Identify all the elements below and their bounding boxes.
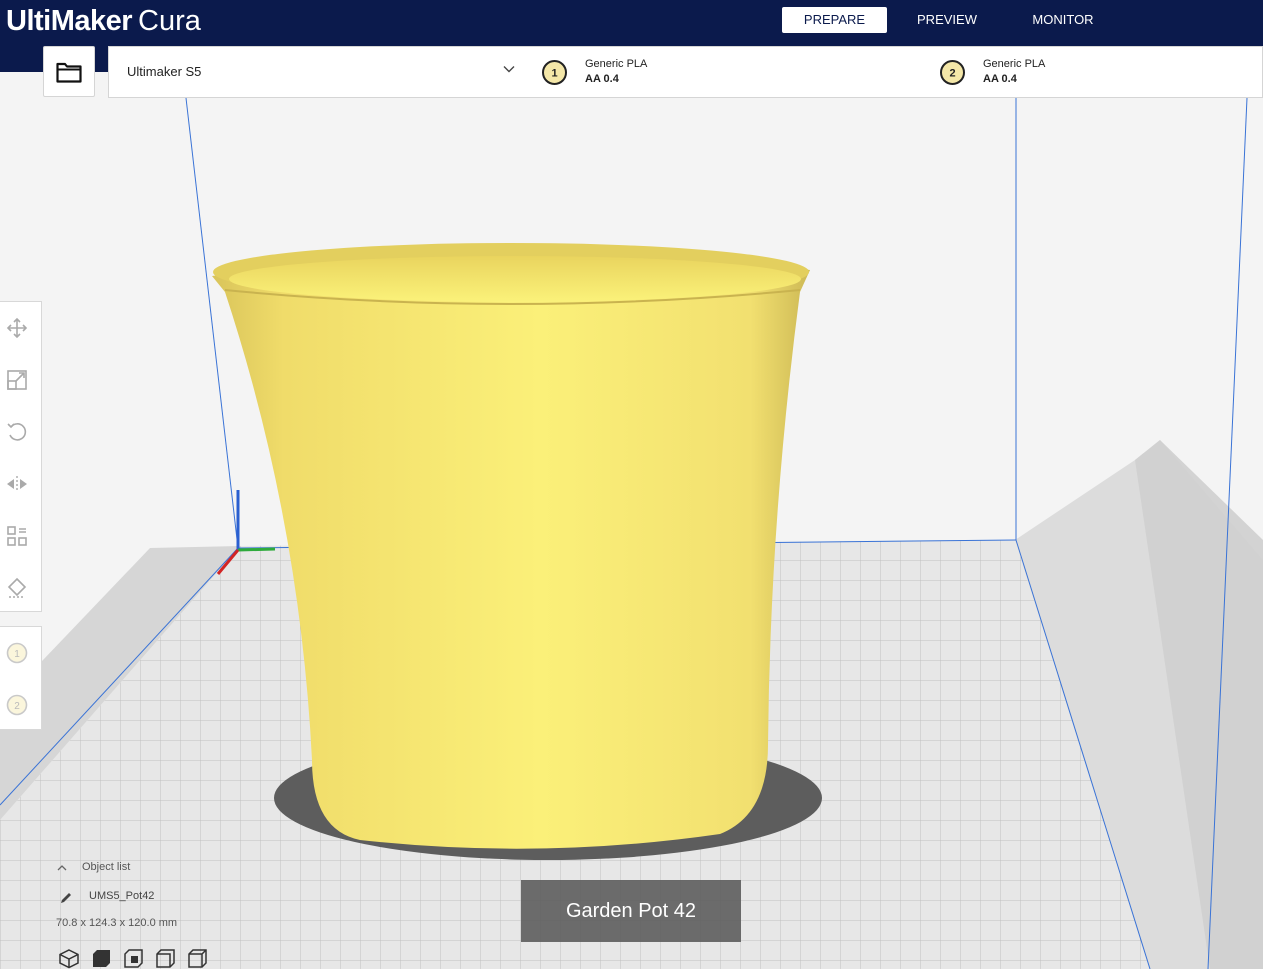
tab-preview[interactable]: PREVIEW [897,7,997,33]
extruder-2-number: 2 [949,68,955,80]
view-top-icon[interactable] [122,948,144,969]
extruder-1-nozzle: AA 0.4 [585,73,619,85]
printer-selector[interactable]: Ultimaker S5 [108,46,528,98]
view-front-icon[interactable] [90,948,112,969]
support-blocker-icon[interactable] [5,576,29,600]
tab-monitor[interactable]: MONITOR [1013,7,1113,33]
chevron-up-icon[interactable] [57,864,67,871]
tool-panel [0,301,42,612]
scene-render [0,46,1263,969]
object-list-panel: Object list UMS5_Pot42 70.8 x 124.3 x 12… [0,852,330,969]
header-bar: UltiMaker Cura PREPARE PREVIEW MONITOR [0,0,1263,46]
object-list-header[interactable]: Object list [82,861,130,873]
extruder-1-badge-icon: 1 [542,60,567,85]
extruder-2-tool-icon[interactable]: 2 [5,693,29,717]
view-3d-icon[interactable] [58,948,80,969]
extruder-1-tool-icon[interactable]: 1 [5,641,29,665]
extruder-2[interactable]: 2 Generic PLA AA 0.4 [940,47,1240,97]
tab-prepare[interactable]: PREPARE [782,7,887,33]
logo-product: Cura [138,5,201,37]
object-dimensions: 70.8 x 124.3 x 120.0 mm [56,917,178,929]
app-logo: UltiMaker Cura [6,4,201,38]
pencil-icon[interactable] [59,891,73,905]
object-name[interactable]: UMS5_Pot42 [89,890,154,902]
extruder-1-material: Generic PLA [585,58,648,70]
3d-viewport[interactable] [0,46,1263,969]
extruder-tool-panel: 1 2 [0,626,42,730]
view-left-icon[interactable] [154,948,176,969]
extruder-1[interactable]: 1 Generic PLA AA 0.4 [542,47,842,97]
logo-brand: UltiMaker [6,5,133,37]
per-model-settings-icon[interactable] [5,524,29,548]
scale-icon[interactable] [5,368,29,392]
move-icon[interactable] [5,316,29,340]
folder-icon [56,62,82,83]
rotate-icon[interactable] [5,420,29,444]
printer-name: Ultimaker S5 [127,64,202,79]
extruder-tool-2-label: 2 [14,701,20,712]
extruder-tool-1-label: 1 [14,649,20,660]
extruder-configuration[interactable]: 1 Generic PLA AA 0.4 2 Generic PLA AA 0.… [527,46,1263,98]
extruder-1-number: 1 [551,68,557,80]
extruder-2-badge-icon: 2 [940,60,965,85]
extruder-2-material: Generic PLA [983,58,1046,70]
view-right-icon[interactable] [186,948,208,969]
open-file-button[interactable] [43,46,95,97]
extruder-2-nozzle: AA 0.4 [983,73,1017,85]
chevron-down-icon [503,66,515,73]
model-caption: Garden Pot 42 [521,880,741,942]
mirror-icon[interactable] [5,472,29,496]
